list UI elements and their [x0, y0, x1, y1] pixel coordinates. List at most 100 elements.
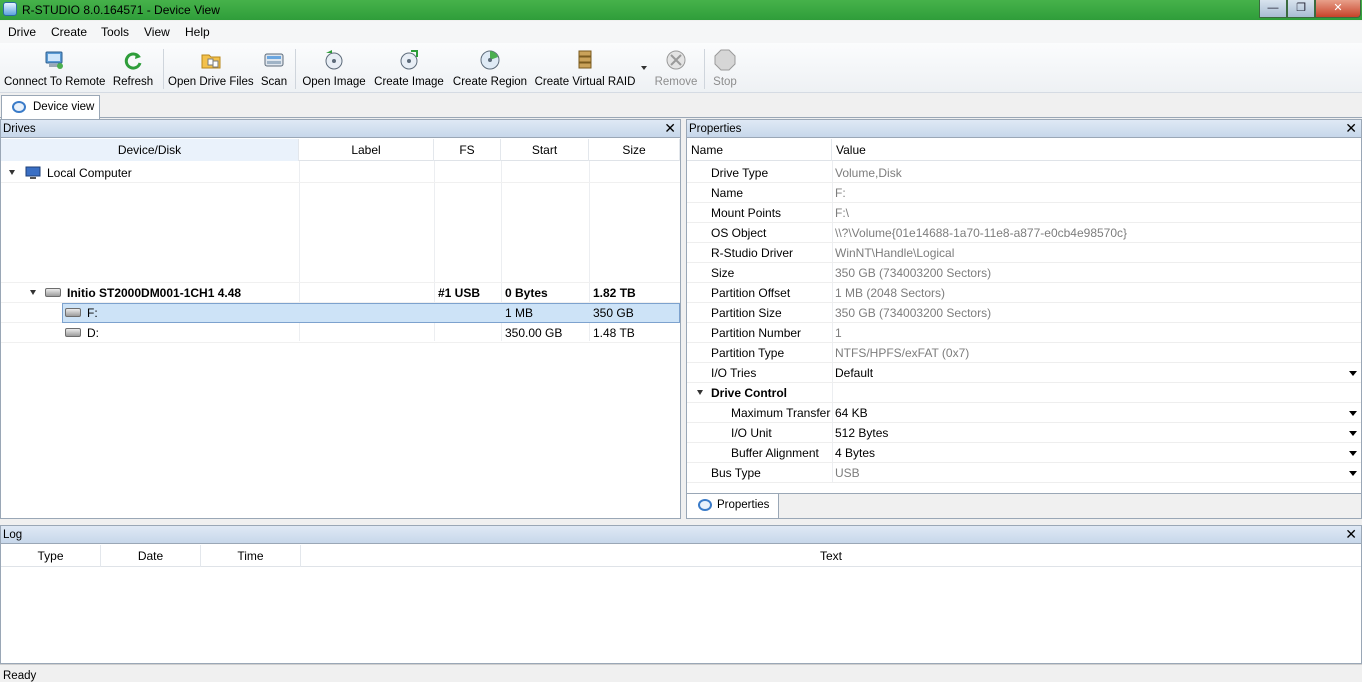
computer-icon	[25, 166, 41, 179]
remove-button[interactable]: Remove	[652, 47, 700, 91]
property-value[interactable]: USB	[835, 463, 860, 483]
property-row[interactable]: OS Object \\?\Volume{01e14688-1a70-11e8-a…	[687, 223, 1361, 243]
property-value[interactable]: Default	[835, 363, 873, 383]
open-image-button[interactable]: Open Image	[300, 47, 368, 91]
column-label[interactable]: Label	[299, 139, 434, 161]
menu-help[interactable]: Help	[185, 25, 210, 39]
property-value[interactable]: 4 Bytes	[835, 443, 875, 463]
properties-icon	[698, 499, 712, 511]
column-time[interactable]: Time	[201, 545, 301, 567]
property-row[interactable]: Maximum Transfer 64 KB	[687, 403, 1361, 423]
property-name: R-Studio Driver	[711, 246, 794, 260]
dropdown-arrow-icon[interactable]	[1349, 411, 1357, 416]
menu-view[interactable]: View	[144, 25, 170, 39]
menu-create[interactable]: Create	[51, 25, 87, 39]
property-row[interactable]: Drive Control	[687, 383, 1361, 403]
property-row[interactable]: Mount Points F:\	[687, 203, 1361, 223]
property-name: Maximum Transfer	[731, 406, 831, 420]
tree-row-partition-f[interactable]: F: 1 MB 350 GB	[1, 303, 680, 323]
dropdown-arrow-icon[interactable]	[1349, 451, 1357, 456]
maximize-button[interactable]: ❐	[1287, 0, 1315, 18]
drives-column-header: Device/Disk Label FS Start Size	[1, 139, 680, 161]
property-name: Partition Type	[711, 346, 785, 360]
stop-button[interactable]: Stop	[708, 47, 742, 91]
log-panel-header: Log ✕	[1, 526, 1361, 544]
property-value: Volume,Disk	[835, 166, 902, 180]
close-icon[interactable]: ✕	[1345, 526, 1357, 543]
status-text: Ready	[3, 670, 37, 682]
menu-tools[interactable]: Tools	[101, 25, 129, 39]
property-row[interactable]: Partition Size 350 GB (734003200 Sectors)	[687, 303, 1361, 323]
raid-dropdown-arrow-icon[interactable]	[641, 66, 647, 70]
dropdown-arrow-icon[interactable]	[1349, 371, 1357, 376]
create-region-button[interactable]: Create Region	[451, 47, 529, 91]
column-type[interactable]: Type	[1, 545, 101, 567]
property-value: F:	[835, 186, 846, 200]
expand-arrow-icon[interactable]	[697, 390, 703, 395]
device-view-icon	[12, 101, 26, 113]
tab-properties[interactable]: Properties	[687, 494, 779, 518]
menu-drive[interactable]: Drive	[8, 25, 36, 39]
dropdown-arrow-icon[interactable]	[1349, 431, 1357, 436]
close-button[interactable]: ✕	[1315, 0, 1361, 18]
title-bar: R-STUDIO 8.0.164571 - Device View — ❐ ✕	[0, 0, 1362, 20]
expand-arrow-icon[interactable]	[30, 290, 36, 295]
expand-arrow-icon[interactable]	[9, 170, 15, 175]
tree-row-partition-d[interactable]: D: 350.00 GB 1.48 TB	[1, 323, 680, 343]
property-row[interactable]: Buffer Alignment 4 Bytes	[687, 443, 1361, 463]
scan-button[interactable]: Scan	[257, 47, 291, 91]
column-name[interactable]: Name	[687, 139, 832, 161]
property-value[interactable]: 64 KB	[835, 403, 868, 423]
status-bar: Ready	[0, 664, 1362, 682]
column-device-disk[interactable]: Device/Disk	[1, 139, 299, 161]
close-icon[interactable]: ✕	[664, 120, 676, 137]
minimize-button[interactable]: —	[1259, 0, 1287, 18]
tree-row-local-computer[interactable]: Local Computer	[1, 163, 680, 183]
create-virtual-raid-button[interactable]: Create Virtual RAID	[533, 47, 637, 91]
property-row[interactable]: Size 350 GB (734003200 Sectors)	[687, 263, 1361, 283]
remove-icon	[666, 50, 686, 70]
column-text[interactable]: Text	[301, 545, 1361, 567]
property-value: 350 GB (734003200 Sectors)	[835, 266, 992, 280]
open-drive-files-button[interactable]: Open Drive Files	[168, 47, 254, 91]
property-value: 350 GB (734003200 Sectors)	[835, 306, 992, 320]
properties-tab-strip: Properties	[686, 494, 1362, 519]
property-value: NTFS/HPFS/exFAT (0x7)	[835, 346, 970, 360]
property-value[interactable]: 512 Bytes	[835, 423, 888, 443]
open-image-icon	[325, 50, 343, 70]
tab-device-view[interactable]: Device view	[1, 95, 100, 119]
property-row[interactable]: Partition Type NTFS/HPFS/exFAT (0x7)	[687, 343, 1361, 363]
close-icon[interactable]: ✕	[1345, 120, 1357, 137]
property-name: Mount Points	[711, 206, 782, 220]
properties-panel-header: Properties ✕	[687, 120, 1361, 138]
property-row[interactable]: Bus Type USB	[687, 463, 1361, 483]
dropdown-arrow-icon[interactable]	[1349, 471, 1357, 476]
folder-files-icon	[201, 54, 220, 69]
create-image-button[interactable]: Create Image	[372, 47, 446, 91]
column-size[interactable]: Size	[589, 139, 680, 161]
log-column-header: Type Date Time Text	[1, 545, 1361, 567]
column-value[interactable]: Value	[832, 139, 1362, 161]
property-name: Name	[711, 186, 744, 200]
view-tab-strip: Device view	[0, 94, 1362, 119]
create-region-icon	[480, 50, 500, 70]
tree-spacer	[1, 183, 680, 283]
column-fs[interactable]: FS	[434, 139, 501, 161]
raid-icon	[578, 50, 592, 69]
stop-icon	[714, 49, 736, 71]
column-date[interactable]: Date	[101, 545, 201, 567]
property-row[interactable]: I/O Unit 512 Bytes	[687, 423, 1361, 443]
column-start[interactable]: Start	[501, 139, 589, 161]
property-row[interactable]: I/O Tries Default	[687, 363, 1361, 383]
tree-row-disk[interactable]: Initio ST2000DM001-1CH1 4.48 #1 USB 0 By…	[1, 283, 680, 303]
property-row[interactable]: Partition Number 1	[687, 323, 1361, 343]
connect-remote-button[interactable]: Connect To Remote	[4, 47, 105, 91]
property-row[interactable]: Drive Type Volume,Disk	[687, 163, 1361, 183]
refresh-button[interactable]: Refresh	[108, 47, 158, 91]
property-row[interactable]: Name F:	[687, 183, 1361, 203]
property-row[interactable]: Partition Offset 1 MB (2048 Sectors)	[687, 283, 1361, 303]
property-name: Partition Number	[711, 326, 802, 340]
computer-network-icon	[45, 51, 63, 69]
property-row[interactable]: R-Studio Driver WinNT\Handle\Logical	[687, 243, 1361, 263]
property-value: 1	[835, 326, 842, 340]
